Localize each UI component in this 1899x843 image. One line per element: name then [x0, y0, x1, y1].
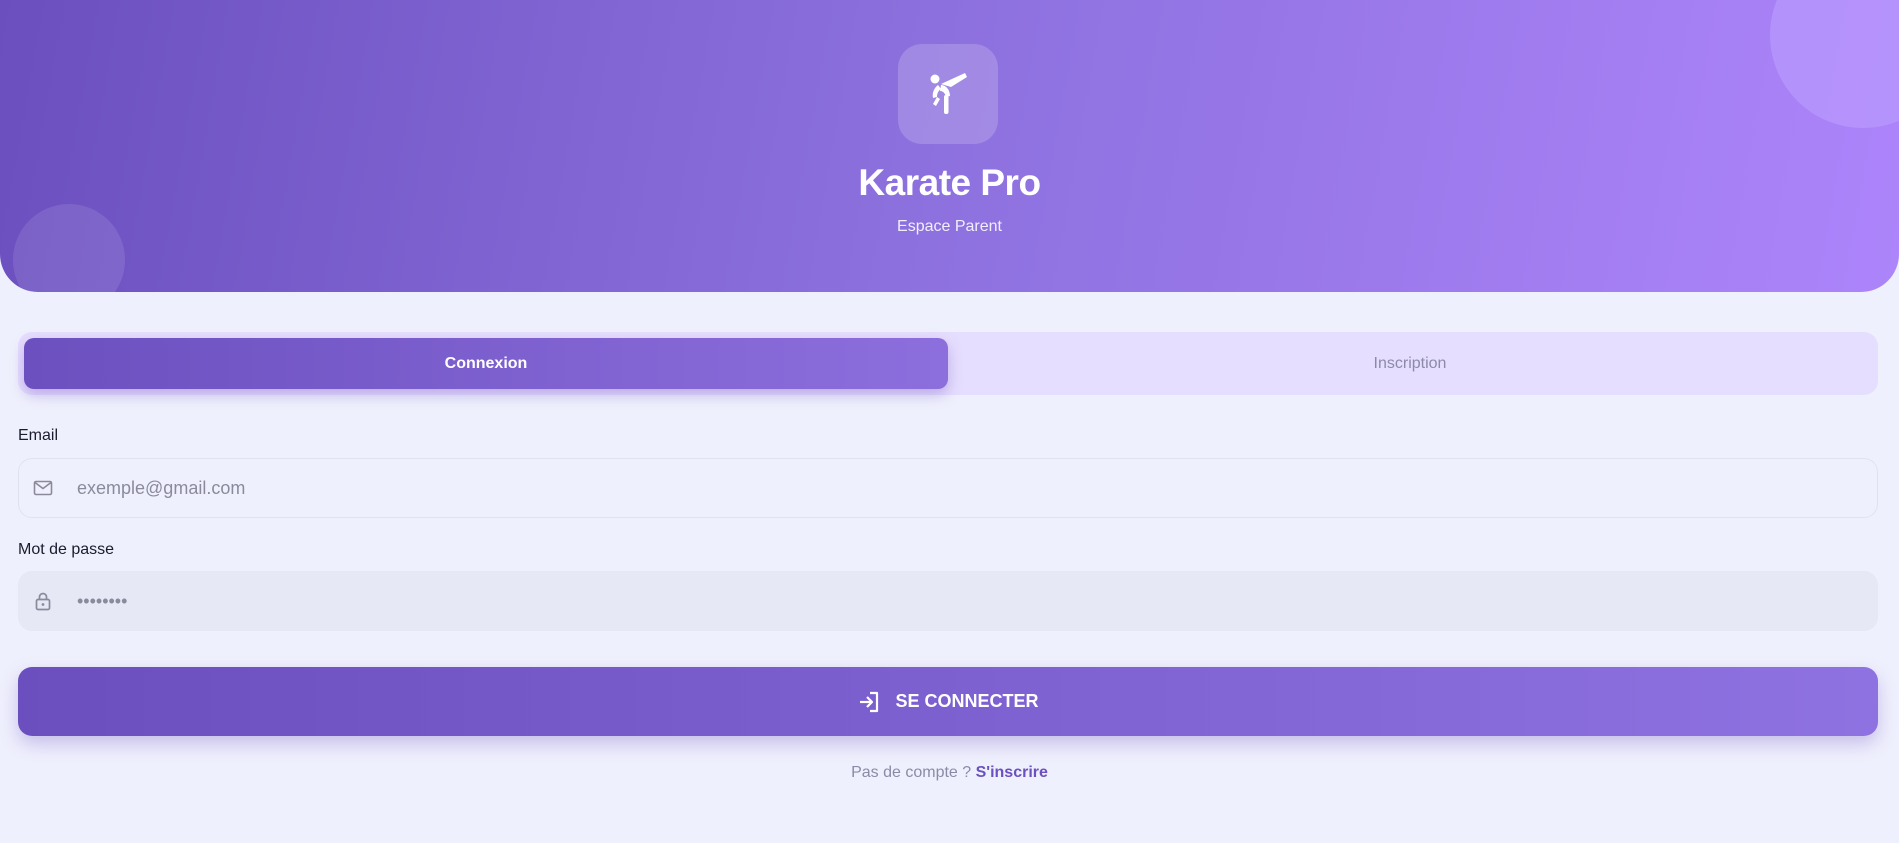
login-button[interactable]: SE CONNECTER — [18, 667, 1878, 736]
email-input[interactable] — [75, 476, 1775, 500]
email-label: Email — [18, 427, 59, 444]
tab-inscription[interactable]: Inscription — [948, 338, 1872, 389]
signup-prompt-text: Pas de compte ? — [851, 764, 972, 781]
email-field-container — [18, 458, 1878, 518]
login-button-label: SE CONNECTER — [895, 691, 1039, 711]
mail-icon — [33, 478, 53, 498]
header-banner: Karate Pro Espace Parent — [0, 0, 1899, 292]
signup-prompt: Pas de compte ? S'inscrire — [0, 764, 1899, 782]
app-title: Karate Pro — [858, 162, 1041, 203]
decorative-circle — [1770, 0, 1899, 128]
lock-icon — [33, 591, 53, 611]
signup-link[interactable]: S'inscrire — [976, 764, 1048, 781]
app-logo — [898, 44, 998, 144]
auth-tabs: Connexion Inscription — [18, 332, 1878, 395]
tab-connexion[interactable]: Connexion — [24, 338, 948, 389]
karate-kick-icon — [930, 73, 967, 114]
app-subtitle: Espace Parent — [897, 218, 1002, 235]
login-icon — [857, 690, 881, 714]
password-input[interactable] — [75, 589, 1775, 613]
password-field-container — [18, 571, 1878, 631]
password-label: Mot de passe — [18, 541, 115, 558]
